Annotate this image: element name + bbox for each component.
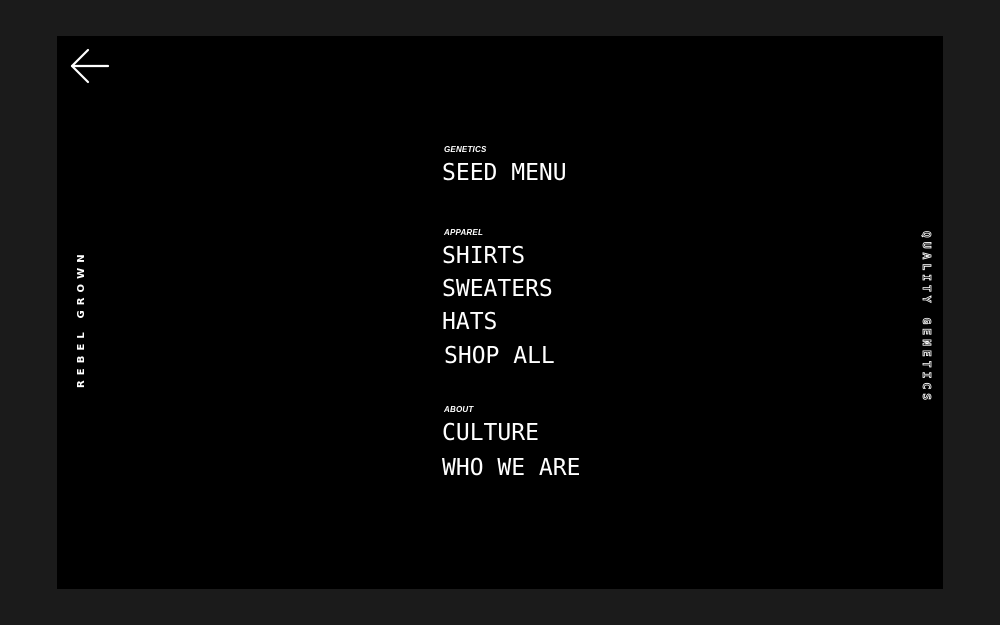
menu-link-seed-menu[interactable]: SEED MENU xyxy=(442,162,567,185)
menu-link-shop-all[interactable]: SHOP ALL xyxy=(444,345,555,368)
section-label-about: ABOUT xyxy=(444,405,474,414)
arrow-left-icon xyxy=(70,48,110,84)
menu-link-sweaters[interactable]: SWEATERS xyxy=(442,278,553,301)
menu-link-shirts[interactable]: SHIRTS xyxy=(442,245,525,268)
section-label-genetics: GENETICS xyxy=(444,145,487,154)
side-tagline-left: REBEL GROWN xyxy=(76,249,87,388)
side-tagline-right: QUALITY GENETICS xyxy=(920,231,934,405)
menu-link-hats[interactable]: HATS xyxy=(442,311,497,334)
back-button[interactable] xyxy=(70,48,110,84)
menu-link-culture[interactable]: CULTURE xyxy=(442,422,539,445)
menu-overlay-panel: REBEL GROWN QUALITY GENETICS GENETICS SE… xyxy=(57,36,943,589)
menu-link-who-we-are[interactable]: WHO WE ARE xyxy=(442,457,580,480)
section-label-apparel: APPAREL xyxy=(444,228,484,237)
